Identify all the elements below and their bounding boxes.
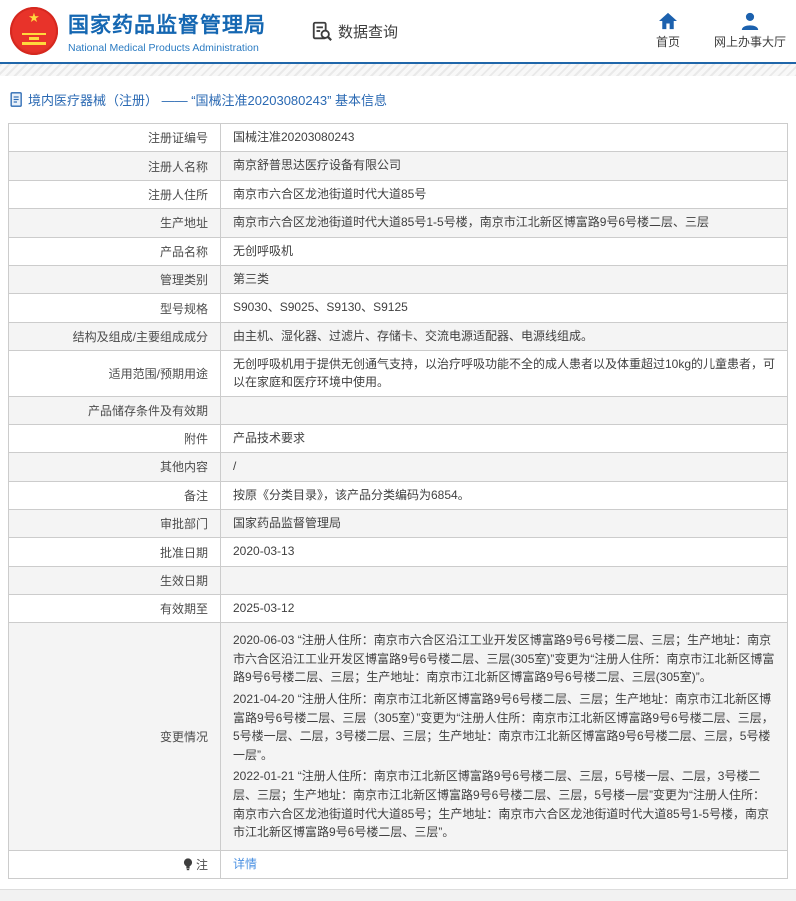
table-row: 其他内容/: [9, 453, 787, 481]
person-icon: [740, 12, 760, 30]
row-label: 变更情况: [9, 623, 221, 850]
row-value: 南京市六合区龙池街道时代大道85号: [221, 181, 787, 208]
registration-info-table: 注册证编号国械注准20203080243 注册人名称南京舒普思达医疗设备有限公司…: [8, 123, 788, 879]
row-value: 2025-03-12: [221, 595, 787, 622]
change-entry: 2020-06-03 “注册人住所：南京市六合区沿江工业开发区博富路9号6号楼二…: [233, 631, 777, 687]
row-label: 其他内容: [9, 453, 221, 480]
row-label: 注册人名称: [9, 152, 221, 179]
change-entry: 2022-01-21 “注册人住所：南京市江北新区博富路9号6号楼二层、三层，5…: [233, 767, 777, 841]
row-value: 由主机、湿化器、过滤片、存储卡、交流电源适配器、电源线组成。: [221, 323, 787, 350]
home-icon: [658, 12, 678, 30]
change-entry: 2021-04-20 “注册人住所：南京市江北新区博富路9号6号楼二层、三层；生…: [233, 690, 777, 764]
change-history-value: 2020-06-03 “注册人住所：南京市六合区沿江工业开发区博富路9号6号楼二…: [221, 623, 787, 850]
row-value: [221, 567, 787, 594]
table-row: 审批部门国家药品监督管理局: [9, 510, 787, 538]
table-row: 产品储存条件及有效期: [9, 397, 787, 425]
table-row: 备注按原《分类目录》，该产品分类编码为6854。: [9, 482, 787, 510]
nav-home-label: 首页: [656, 33, 680, 50]
site-title: 国家药品监督管理局: [68, 9, 266, 39]
national-emblem-logo: ★: [10, 7, 58, 55]
row-label: 型号规格: [9, 294, 221, 321]
row-label: 管理类别: [9, 266, 221, 293]
footer-strip: [0, 889, 796, 901]
detail-link[interactable]: 详情: [233, 856, 257, 873]
table-row: 附件产品技术要求: [9, 425, 787, 453]
row-label: 产品名称: [9, 238, 221, 265]
gate-icon: [22, 33, 46, 45]
row-label: 结构及组成/主要组成成分: [9, 323, 221, 350]
note-value: 详情: [221, 851, 787, 878]
table-row: 注册人住所南京市六合区龙池街道时代大道85号: [9, 181, 787, 209]
row-label: 注册人住所: [9, 181, 221, 208]
row-label: 注册证编号: [9, 124, 221, 151]
row-value: S9030、S9025、S9130、S9125: [221, 294, 787, 321]
row-value: 2020-03-13: [221, 538, 787, 565]
nav-service-hall-label: 网上办事大厅: [714, 33, 786, 50]
site-subtitle: National Medical Products Administration: [68, 42, 266, 54]
table-row: 结构及组成/主要组成成分由主机、湿化器、过滤片、存储卡、交流电源适配器、电源线组…: [9, 323, 787, 351]
data-query-section[interactable]: 数据查询: [311, 20, 398, 42]
row-label: 适用范围/预期用途: [9, 351, 221, 396]
note-label-text: 注: [196, 856, 208, 873]
table-row: 适用范围/预期用途无创呼吸机用于提供无创通气支持，以治疗呼吸功能不全的成人患者以…: [9, 351, 787, 397]
row-label: 审批部门: [9, 510, 221, 537]
table-row: 生产地址南京市六合区龙池街道时代大道85号1-5号楼，南京市江北新区博富路9号6…: [9, 209, 787, 237]
breadcrumb-text: 境内医疗器械（注册） —— “国械注准20203080243” 基本信息: [28, 90, 387, 109]
row-label: 产品储存条件及有效期: [9, 397, 221, 424]
row-label: 生效日期: [9, 567, 221, 594]
row-label: 备注: [9, 482, 221, 509]
site-title-block: 国家药品监督管理局 National Medical Products Admi…: [68, 9, 266, 54]
table-row: 批准日期2020-03-13: [9, 538, 787, 566]
row-value: 国家药品监督管理局: [221, 510, 787, 537]
table-row: 管理类别第三类: [9, 266, 787, 294]
table-row: 产品名称无创呼吸机: [9, 238, 787, 266]
breadcrumb: 境内医疗器械（注册） —— “国械注准20203080243” 基本信息: [0, 76, 796, 121]
star-icon: ★: [10, 11, 58, 24]
row-label: 批准日期: [9, 538, 221, 565]
nav-service-hall[interactable]: 网上办事大厅: [714, 12, 786, 50]
table-row: 生效日期: [9, 567, 787, 595]
table-row-note: 注 详情: [9, 851, 787, 879]
site-header: ★ 国家药品监督管理局 National Medical Products Ad…: [0, 0, 796, 62]
table-row: 型号规格S9030、S9025、S9130、S9125: [9, 294, 787, 322]
table-row-change-history: 变更情况 2020-06-03 “注册人住所：南京市六合区沿江工业开发区博富路9…: [9, 623, 787, 851]
hatch-strip: [0, 64, 796, 76]
row-value: 南京市六合区龙池街道时代大道85号1-5号楼，南京市江北新区博富路9号6号楼二层…: [221, 209, 787, 236]
row-label: 注: [9, 851, 221, 878]
data-query-label: 数据查询: [338, 21, 398, 42]
table-row: 有效期至2025-03-12: [9, 595, 787, 623]
row-value: 产品技术要求: [221, 425, 787, 452]
row-value: 按原《分类目录》，该产品分类编码为6854。: [221, 482, 787, 509]
nav-home[interactable]: 首页: [656, 12, 680, 50]
row-label: 生产地址: [9, 209, 221, 236]
row-value: 无创呼吸机用于提供无创通气支持，以治疗呼吸功能不全的成人患者以及体重超过10kg…: [221, 351, 787, 396]
row-value: [221, 397, 787, 424]
row-label: 有效期至: [9, 595, 221, 622]
document-icon: [10, 92, 24, 107]
row-value: 南京舒普思达医疗设备有限公司: [221, 152, 787, 179]
lightbulb-icon: [183, 858, 193, 871]
table-row: 注册人名称南京舒普思达医疗设备有限公司: [9, 152, 787, 180]
row-value: /: [221, 453, 787, 480]
table-row: 注册证编号国械注准20203080243: [9, 124, 787, 152]
row-value: 无创呼吸机: [221, 238, 787, 265]
row-label: 附件: [9, 425, 221, 452]
document-search-icon: [311, 20, 333, 42]
row-value: 第三类: [221, 266, 787, 293]
row-value: 国械注准20203080243: [221, 124, 787, 151]
